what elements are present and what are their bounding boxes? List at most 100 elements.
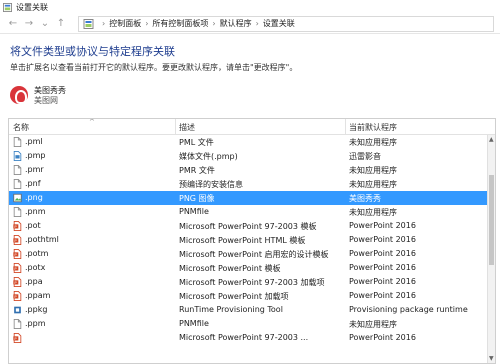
cell-extension: .pml xyxy=(25,137,43,146)
association-list[interactable]: ^ 名称 描述 当前默认程序 .pml PML 文件未知应用程序 .pmp 媒体文件(… xyxy=(8,118,496,364)
cell-default-program: 迅雷影音 xyxy=(349,152,381,161)
cell-default-program: PowerPoint 2016 xyxy=(349,277,416,286)
table-row[interactable]: P .potx Microsoft PowerPoint 模板 PowerPoint … xyxy=(9,261,495,275)
forward-icon[interactable]: → xyxy=(22,17,36,31)
cell-description: Microsoft PowerPoint 启用宏的设计模板 xyxy=(179,250,329,259)
cell-extension: .potx xyxy=(25,263,46,272)
table-row[interactable]: .pml PML 文件 未知应用程序 xyxy=(9,135,495,149)
cell-extension: .pnf xyxy=(25,179,41,188)
meitu-app-icon xyxy=(10,86,28,104)
table-row[interactable]: .pmr PMR 文件 未知应用程序 xyxy=(9,163,495,177)
cell-default-program: 未知应用程序 xyxy=(349,166,397,175)
table-row[interactable]: .ppkg RunTime Provisioning Tool Provisioni… xyxy=(9,303,495,317)
powerpoint-file-icon: P xyxy=(13,291,22,301)
table-row[interactable]: P .ppa Microsoft PowerPoint 97-2003 加载项 Pow… xyxy=(9,275,495,289)
cell-default-program: PowerPoint 2016 xyxy=(349,291,416,300)
column-header-description[interactable]: 描述 xyxy=(179,122,195,133)
back-icon[interactable]: ← xyxy=(6,17,20,31)
table-row[interactable]: P .pothtml Microsoft PowerPoint HTML 模板 Pow… xyxy=(9,233,495,247)
table-row[interactable]: P .pot Microsoft PowerPoint 97-2003 模板 Powe… xyxy=(9,219,495,233)
cell-default-program: PowerPoint 2016 xyxy=(349,221,416,230)
cell-description: Microsoft PowerPoint 97-2003 模板 xyxy=(179,222,317,231)
up-icon[interactable]: ↑ xyxy=(54,17,68,31)
cell-extension: .potm xyxy=(25,249,49,258)
scroll-up-icon[interactable]: ▲ xyxy=(489,136,494,143)
file-icon xyxy=(13,165,22,175)
list-header: ^ 名称 描述 当前默认程序 xyxy=(9,119,495,135)
chevron-right-icon: › xyxy=(212,19,216,28)
cell-default-program: 未知应用程序 xyxy=(349,320,397,329)
table-row[interactable]: P .ppam Microsoft PowerPoint 加载项 PowerPoint… xyxy=(9,289,495,303)
column-divider[interactable] xyxy=(175,119,176,135)
cell-extension: .pot xyxy=(25,221,41,230)
breadcrumb-control-panel[interactable]: 控制面板 xyxy=(109,18,141,29)
powerpoint-file-icon: P xyxy=(13,333,22,343)
recent-dropdown-icon[interactable]: ⌄ xyxy=(38,17,52,31)
breadcrumb-all-items[interactable]: 所有控制面板项 xyxy=(152,18,208,29)
cell-description: PNMfile xyxy=(179,207,209,216)
cell-extension: .pmp xyxy=(25,151,46,160)
cell-default-program: PowerPoint 2016 xyxy=(349,235,416,244)
cell-extension: .pnm xyxy=(25,207,46,216)
control-panel-icon xyxy=(83,18,94,29)
cell-default-program: 未知应用程序 xyxy=(349,208,397,217)
image-file-icon xyxy=(13,193,22,203)
media-file-icon xyxy=(13,151,22,161)
table-row[interactable]: .ppm PNMfile 未知应用程序 xyxy=(9,317,495,331)
cell-description: PNMfile xyxy=(179,319,209,328)
cell-extension: .pmr xyxy=(25,165,44,174)
table-row[interactable]: P Microsoft PowerPoint 97-2003 ... PowerPo… xyxy=(9,331,495,345)
scrollbar-thumb[interactable] xyxy=(489,175,494,265)
powerpoint-file-icon: P xyxy=(13,221,22,231)
powerpoint-file-icon: P xyxy=(13,277,22,287)
control-panel-icon xyxy=(3,2,12,12)
cell-extension: .ppa xyxy=(25,277,43,286)
cell-description: PML 文件 xyxy=(179,138,214,147)
cell-description: PMR 文件 xyxy=(179,166,215,175)
cell-default-program: PowerPoint 2016 xyxy=(349,333,416,342)
breadcrumb-default-programs[interactable]: 默认程序 xyxy=(220,18,252,29)
cell-description: 媒体文件(.pmp) xyxy=(179,152,238,161)
cell-description: Microsoft PowerPoint 加载项 xyxy=(179,292,289,301)
file-icon xyxy=(13,179,22,189)
cell-extension: .ppam xyxy=(25,291,51,300)
chevron-right-icon: › xyxy=(145,19,149,28)
cell-description: Microsoft PowerPoint 模板 xyxy=(179,264,281,273)
file-icon xyxy=(13,319,22,329)
address-bar[interactable]: › 控制面板 › 所有控制面板项 › 默认程序 › 设置关联 xyxy=(78,15,494,32)
cell-description: Microsoft PowerPoint HTML 模板 xyxy=(179,236,306,245)
navigation-bar: ← → ⌄ ↑ › 控制面板 › 所有控制面板项 › 默认程序 › 设置关联 xyxy=(0,14,500,34)
vertical-scrollbar[interactable]: ▲ ▼ xyxy=(487,135,495,363)
cell-extension: .ppkg xyxy=(25,305,48,314)
list-rows: .pml PML 文件 未知应用程序 .pmp 媒体文件(.pmp) 迅雷影音 .pmr PM… xyxy=(9,135,495,345)
cell-extension: .ppm xyxy=(25,319,46,328)
column-header-name[interactable]: 名称 xyxy=(13,122,29,133)
cell-default-program: PowerPoint 2016 xyxy=(349,263,416,272)
cell-description: Microsoft PowerPoint 97-2003 加载项 xyxy=(179,278,325,287)
sort-up-icon: ^ xyxy=(89,118,95,126)
cell-default-program: PowerPoint 2016 xyxy=(349,249,416,258)
program-name: 美图秀秀 xyxy=(34,86,66,95)
table-row[interactable]: .png PNG 图像 美图秀秀 xyxy=(9,191,495,205)
table-row[interactable]: .pnm PNMfile 未知应用程序 xyxy=(9,205,495,219)
current-program: 美图秀秀 美图网 xyxy=(10,86,66,106)
column-header-current-default[interactable]: 当前默认程序 xyxy=(349,122,397,133)
file-icon xyxy=(13,137,22,147)
cell-default-program: 未知应用程序 xyxy=(349,180,397,189)
chevron-right-icon: › xyxy=(102,19,106,28)
column-divider[interactable] xyxy=(345,119,346,135)
program-company: 美图网 xyxy=(34,96,58,105)
page-title: 将文件类型或协议与特定程序关联 xyxy=(10,45,175,58)
package-file-icon xyxy=(13,305,22,315)
cell-description: Microsoft PowerPoint 97-2003 ... xyxy=(179,333,309,342)
cell-default-program: Provisioning package runtime xyxy=(349,305,468,314)
table-row[interactable]: P .potm Microsoft PowerPoint 启用宏的设计模板 Power… xyxy=(9,247,495,261)
scroll-down-icon[interactable]: ▼ xyxy=(489,355,494,362)
table-row[interactable]: .pnf 预编译的安装信息 未知应用程序 xyxy=(9,177,495,191)
powerpoint-file-icon: P xyxy=(13,249,22,259)
breadcrumb-set-associations[interactable]: 设置关联 xyxy=(263,18,295,29)
cell-default-program: 美图秀秀 xyxy=(349,194,381,203)
chevron-right-icon: › xyxy=(255,19,259,28)
file-icon xyxy=(13,207,22,217)
table-row[interactable]: .pmp 媒体文件(.pmp) 迅雷影音 xyxy=(9,149,495,163)
